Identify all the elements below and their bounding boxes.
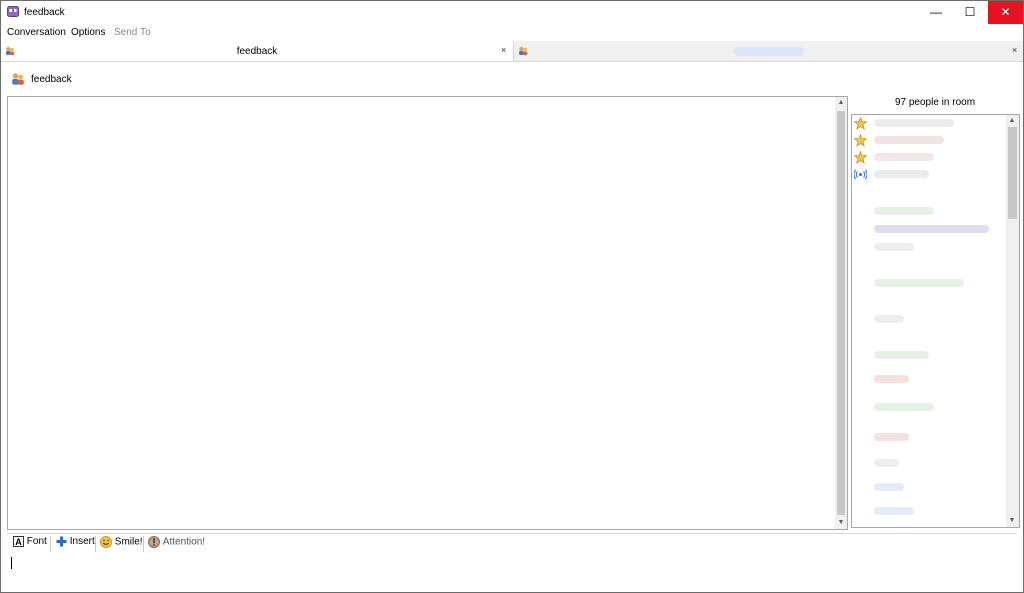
menu-bar: Conversation Options Send To	[1, 25, 1023, 40]
member-name-redacted	[874, 351, 929, 359]
smiley-icon	[100, 536, 112, 548]
list-item[interactable]	[852, 455, 1002, 471]
list-item[interactable]	[852, 203, 1002, 219]
list-item[interactable]	[852, 115, 1002, 131]
pidgin-app-icon	[7, 6, 19, 17]
broadcast-icon	[854, 169, 867, 180]
scroll-up-arrow-icon[interactable]: ▲	[835, 97, 847, 109]
member-name-redacted	[874, 136, 944, 144]
member-name-redacted	[874, 243, 914, 251]
tab-bar: feedback × ×	[1, 41, 1023, 62]
tab-close-icon[interactable]: ×	[501, 45, 506, 55]
member-name-redacted	[874, 483, 904, 491]
member-name-redacted	[874, 315, 904, 323]
member-name-redacted	[874, 375, 909, 383]
toolbar-divider	[143, 536, 144, 552]
member-name-redacted	[874, 403, 934, 411]
minimize-button[interactable]: —	[919, 1, 953, 24]
member-name-redacted	[874, 279, 964, 287]
list-item[interactable]	[852, 166, 1002, 182]
tab-close-icon[interactable]: ×	[1012, 45, 1017, 55]
list-item[interactable]	[852, 132, 1002, 148]
member-name-redacted	[874, 433, 909, 441]
star-icon	[854, 134, 867, 147]
scroll-down-arrow-icon[interactable]: ▼	[835, 517, 847, 529]
conversation-title: feedback	[31, 74, 72, 85]
tab-label-redacted	[734, 47, 804, 56]
scroll-down-arrow-icon[interactable]: ▼	[1006, 515, 1018, 527]
smile-button[interactable]: Smile!	[100, 536, 143, 552]
member-name-redacted	[874, 119, 954, 127]
tab-label: feedback	[236, 46, 278, 57]
scrollbar-thumb[interactable]	[1008, 127, 1017, 219]
insert-button[interactable]: Insert	[56, 536, 95, 552]
chat-scrollbar[interactable]: ▲ ▼	[835, 97, 847, 529]
member-name-redacted	[874, 507, 914, 515]
chat-room-icon	[519, 47, 528, 56]
room-member-list[interactable]: ▲ ▼	[851, 114, 1020, 528]
title-bar[interactable]: feedback — ☐ ✕	[1, 1, 1023, 24]
maximize-button[interactable]: ☐	[953, 1, 987, 24]
member-list-scrollbar[interactable]: ▲ ▼	[1006, 115, 1019, 527]
list-item[interactable]	[852, 347, 1002, 363]
list-item[interactable]	[852, 371, 1002, 387]
member-name-redacted	[874, 207, 934, 215]
toolbar-divider	[50, 536, 51, 552]
attention-button-label: Attention!	[162, 536, 206, 548]
member-name-redacted	[874, 170, 929, 178]
people-count: 97 people in room	[894, 97, 976, 108]
chat-room-icon	[12, 73, 24, 85]
font-icon: A	[13, 536, 24, 547]
scrollbar-thumb[interactable]	[837, 111, 845, 515]
svg-text:A: A	[15, 537, 22, 547]
list-item[interactable]	[852, 311, 1002, 327]
close-button[interactable]: ✕	[988, 1, 1023, 24]
conversation-window: feedback — ☐ ✕ Conversation Options Send…	[0, 0, 1024, 593]
window-title: feedback	[24, 7, 65, 18]
menu-options[interactable]: Options	[71, 27, 105, 38]
member-name-redacted	[874, 153, 934, 161]
insert-button-label: Insert	[69, 536, 95, 547]
attention-button[interactable]: Attention!	[148, 536, 205, 552]
list-item[interactable]	[852, 503, 1002, 519]
text-caret	[11, 557, 12, 569]
scroll-up-arrow-icon[interactable]: ▲	[1006, 115, 1018, 127]
list-item[interactable]	[852, 149, 1002, 165]
list-item[interactable]	[852, 221, 1002, 237]
menu-send-to[interactable]: Send To	[114, 27, 151, 38]
chat-history[interactable]: ▲ ▼	[7, 96, 848, 530]
tab-feedback[interactable]: feedback ×	[1, 41, 514, 61]
font-button[interactable]: A Font	[13, 536, 47, 552]
list-item[interactable]	[852, 399, 1002, 415]
tab-second-conversation[interactable]: ×	[514, 41, 1023, 61]
star-icon	[854, 151, 867, 164]
smile-button-label: Smile!	[114, 536, 143, 548]
list-item[interactable]	[852, 479, 1002, 495]
plus-icon	[56, 536, 67, 547]
message-input[interactable]	[7, 554, 1017, 590]
member-name-redacted	[874, 459, 899, 467]
toolbar-divider	[95, 536, 96, 552]
formatting-toolbar: A Font Insert Smile! Attention!	[7, 533, 1017, 555]
list-item[interactable]	[852, 275, 1002, 291]
font-button-label: Font	[26, 536, 47, 547]
attention-icon	[148, 536, 160, 548]
list-item[interactable]	[852, 239, 1002, 255]
member-name-redacted	[874, 225, 989, 233]
list-item[interactable]	[852, 429, 1002, 445]
star-icon	[854, 117, 867, 130]
menu-conversation[interactable]: Conversation	[7, 27, 66, 38]
